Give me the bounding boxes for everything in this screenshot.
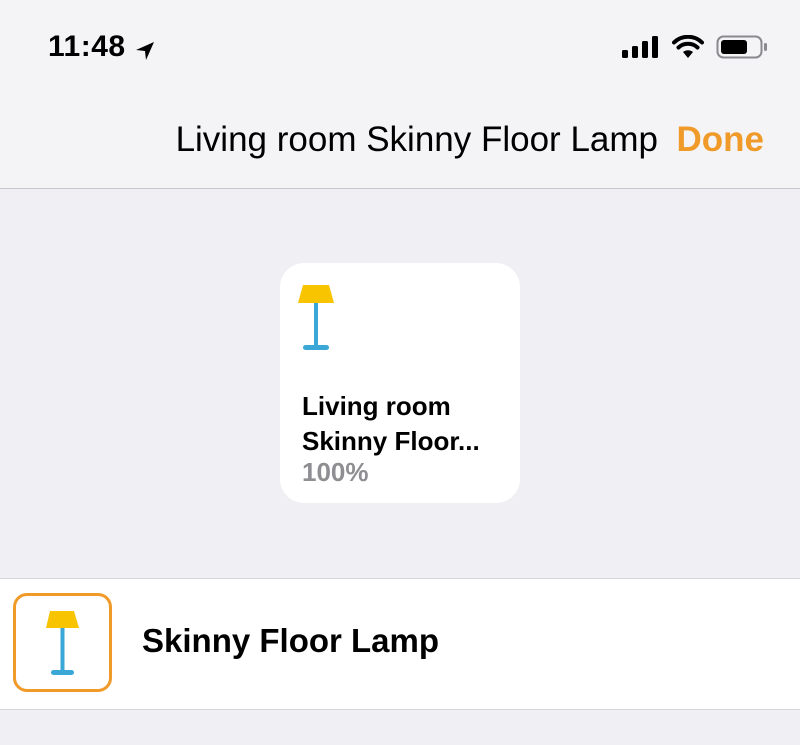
tile-name-line2: Skinny Floor...	[302, 426, 480, 456]
location-arrow-icon	[134, 36, 156, 60]
list-item-label: Skinny Floor Lamp	[142, 622, 440, 659]
cellular-signal-icon	[622, 36, 660, 63]
time-text: 11:48	[48, 30, 126, 63]
tile-name: Living room Skinny Floor...	[302, 389, 512, 459]
status-time: 11:48	[48, 30, 156, 64]
status-indicators	[622, 34, 768, 65]
page-title: Living room Skinny Floor Lamp	[175, 120, 658, 159]
navigation-bar: Living room Skinny Floor Lamp Done	[0, 96, 800, 189]
floor-lamp-icon	[298, 283, 338, 355]
wifi-icon	[672, 34, 704, 64]
accessory-icon-box	[13, 593, 112, 692]
tile-name-line1: Living room	[302, 391, 451, 421]
tile-state: 100%	[302, 457, 369, 487]
list-item[interactable]: Skinny Floor Lamp	[0, 578, 800, 710]
status-bar: 11:48	[0, 0, 800, 96]
accessory-tile[interactable]: Living room Skinny Floor... 100%	[280, 263, 520, 503]
battery-icon	[716, 34, 768, 65]
done-button[interactable]: Done	[677, 120, 765, 160]
floor-lamp-icon	[46, 611, 79, 675]
